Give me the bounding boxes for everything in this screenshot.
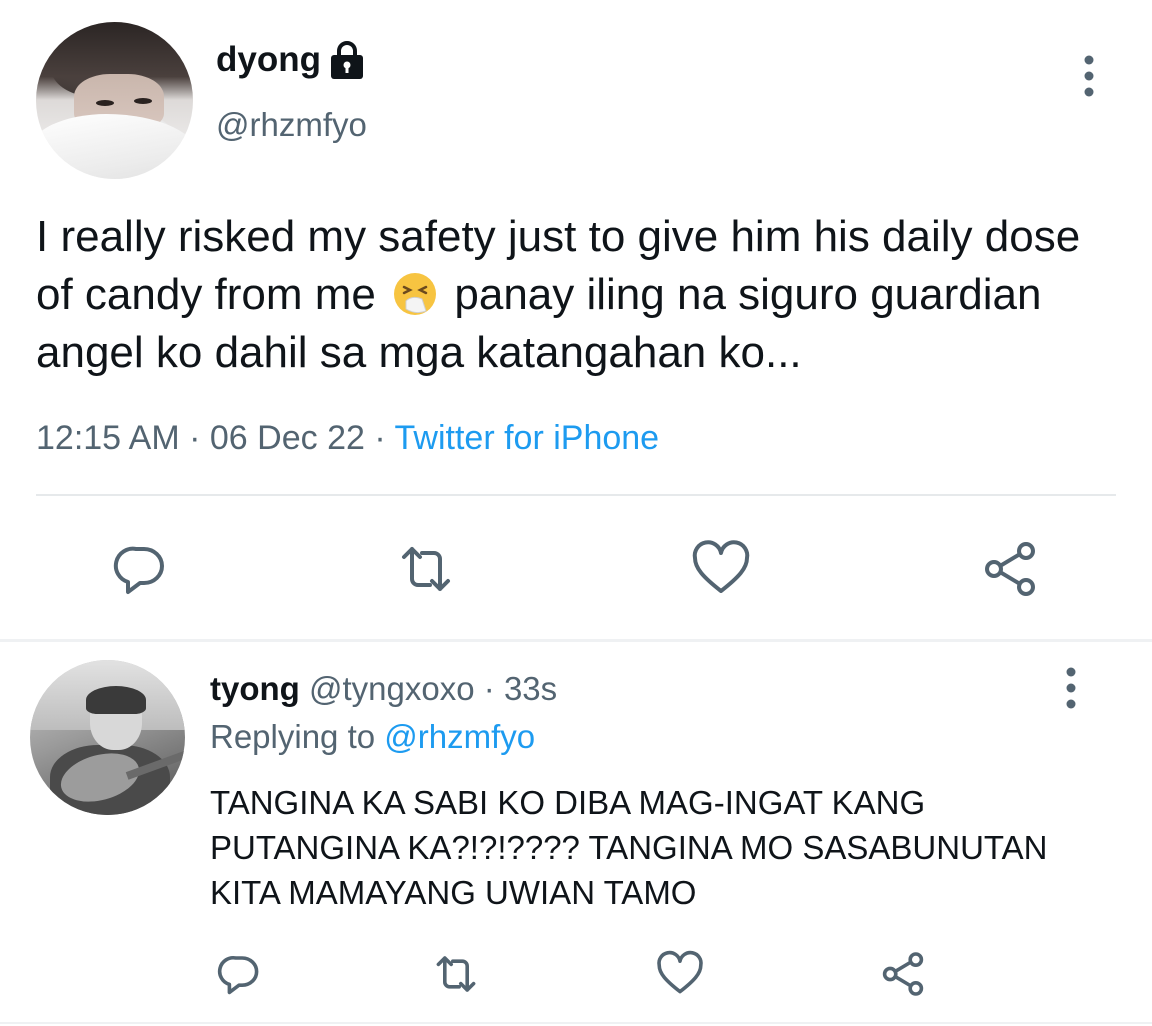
section-divider xyxy=(0,639,1152,642)
reply-user-handle[interactable]: @tyngxoxo xyxy=(309,670,475,707)
tweet-source-link[interactable]: Twitter for iPhone xyxy=(395,419,660,457)
retweet-icon[interactable] xyxy=(396,539,456,599)
tweet-time: 12:15 AM xyxy=(36,419,180,457)
meta-separator: · xyxy=(374,419,386,457)
display-name[interactable]: dyong xyxy=(216,40,321,80)
avatar-pillow xyxy=(36,114,193,179)
tweet-text: I really risked my safety just to give h… xyxy=(36,208,1116,382)
avatar-hair xyxy=(86,686,146,714)
more-vertical-icon[interactable] xyxy=(1072,54,1106,98)
sneezing-face-emoji xyxy=(394,273,437,315)
share-icon[interactable] xyxy=(879,950,927,998)
replying-to-mention[interactable]: @rhzmfyo xyxy=(384,718,535,755)
reply-header: tyong @tyngxoxo · 33s xyxy=(210,670,557,708)
reply-avatar[interactable] xyxy=(30,660,185,815)
reply-icon[interactable] xyxy=(215,950,263,998)
meta-separator: · xyxy=(189,419,201,457)
tweet-meta: 12:15 AM · 06 Dec 22 · Twitter for iPhon… xyxy=(36,419,659,458)
avatar-eye xyxy=(134,98,152,104)
replying-to-label: Replying to xyxy=(210,718,376,755)
reply-display-name[interactable]: tyong xyxy=(210,670,300,707)
divider xyxy=(0,1022,1152,1024)
replying-to: Replying to @rhzmfyo xyxy=(210,718,535,756)
reply-text: TANGINA KA SABI KO DIBA MAG-INGAT KANG P… xyxy=(210,784,1048,911)
heart-icon[interactable] xyxy=(656,950,704,998)
avatar-eye xyxy=(96,100,114,106)
meta-separator: · xyxy=(483,670,495,707)
tweet-date: 06 Dec 22 xyxy=(209,419,365,457)
reply-icon[interactable] xyxy=(110,539,170,599)
more-vertical-icon[interactable] xyxy=(1054,666,1088,710)
divider xyxy=(36,494,1116,496)
avatar[interactable] xyxy=(36,22,193,179)
lock-icon xyxy=(331,41,363,79)
share-icon[interactable] xyxy=(980,539,1040,599)
heart-icon[interactable] xyxy=(691,539,751,599)
reply-time: 33s xyxy=(503,670,558,707)
user-handle[interactable]: @rhzmfyo xyxy=(216,106,367,144)
retweet-icon[interactable] xyxy=(432,950,480,998)
